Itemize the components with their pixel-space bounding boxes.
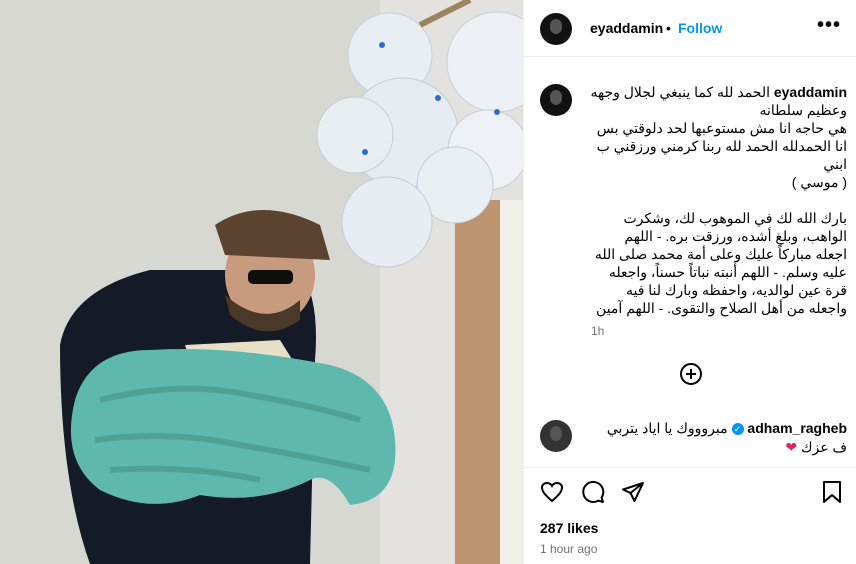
caption-body: الحمد لله كما ينبغي لجلال وجهه وعظيم سلط…	[590, 84, 847, 316]
comment-icon[interactable]	[581, 480, 605, 504]
heart-icon[interactable]	[540, 480, 564, 504]
caption-time[interactable]: 1h	[591, 324, 604, 338]
comment: adham_ragheb ✓ مبروووك يا اياد يتربي ف ع…	[590, 419, 847, 457]
post-side-panel: eyaddamin • Follow ••• eyaddamin الحمد ل…	[523, 0, 856, 564]
add-comment-icon[interactable]	[680, 363, 702, 385]
post-actions: 287 likes 1 hour ago	[524, 467, 856, 564]
caption-text: eyaddamin الحمد لله كما ينبغي لجلال وجهه…	[590, 83, 847, 317]
commenter-username[interactable]: adham_ragheb	[747, 420, 847, 436]
separator-dot: •	[666, 20, 671, 36]
post-photo[interactable]	[0, 0, 523, 564]
caption-username[interactable]: eyaddamin	[774, 84, 847, 100]
author-avatar[interactable]	[540, 13, 572, 45]
post-photo-illustration	[0, 0, 523, 564]
caption-section: eyaddamin الحمد لله كما ينبغي لجلال وجهه…	[524, 57, 856, 467]
post-header: eyaddamin • Follow •••	[524, 0, 856, 57]
commenter-avatar[interactable]	[540, 420, 572, 452]
post-timestamp[interactable]: 1 hour ago	[540, 542, 597, 556]
more-icon[interactable]: •••	[817, 14, 841, 37]
author-username[interactable]: eyaddamin	[590, 20, 663, 36]
share-icon[interactable]	[621, 480, 645, 504]
likes-count[interactable]: 287 likes	[540, 520, 598, 536]
follow-button[interactable]: Follow	[678, 20, 722, 36]
heart-emoji-icon: ❤	[785, 439, 798, 455]
bookmark-icon[interactable]	[822, 480, 842, 504]
caption-avatar[interactable]	[540, 84, 572, 116]
verified-badge-icon: ✓	[731, 423, 744, 436]
